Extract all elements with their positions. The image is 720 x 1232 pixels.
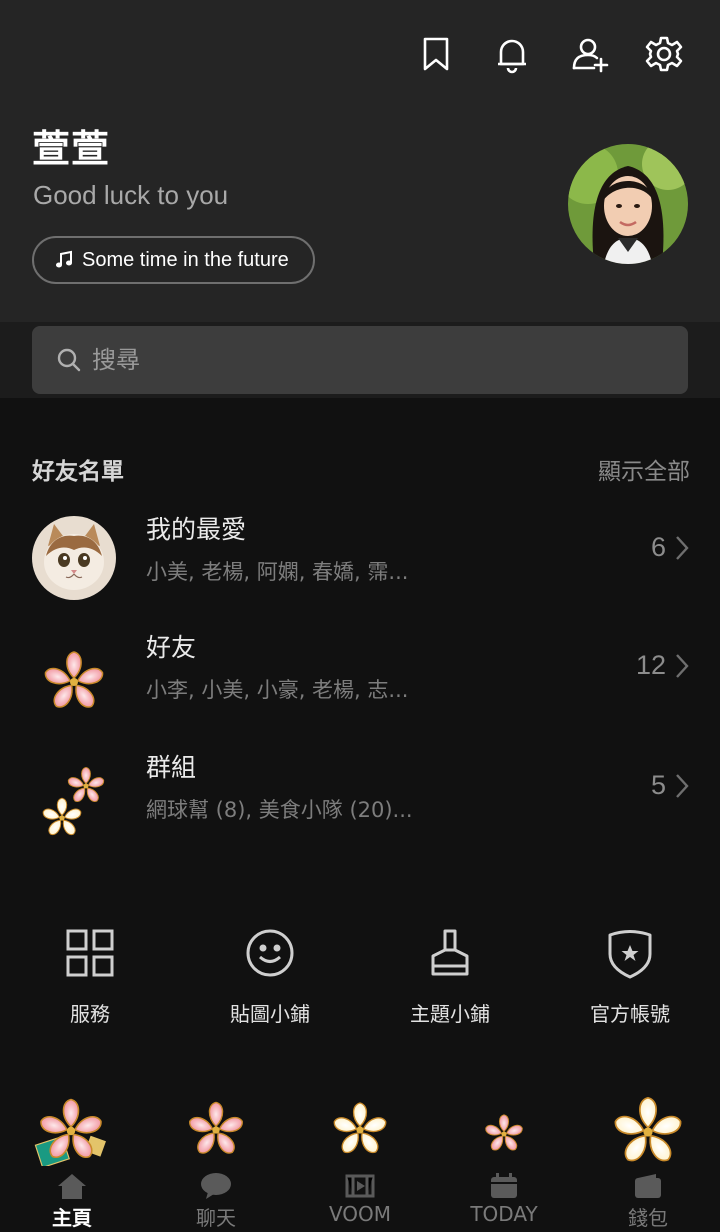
cat-avatar: [32, 516, 116, 600]
brush-icon: [431, 929, 469, 976]
chevron-right-icon: [676, 654, 689, 678]
row-title: 好友: [146, 633, 197, 662]
chevron-right-icon: [676, 536, 689, 560]
tab-voom[interactable]: VOOM: [288, 1096, 432, 1232]
service-official-accounts[interactable]: 官方帳號: [540, 920, 720, 1030]
music-note-icon: [56, 250, 72, 268]
tab-chats[interactable]: 聊天: [144, 1096, 288, 1232]
chevron-right-icon: [676, 774, 689, 798]
service-label: 主題小鋪: [410, 1002, 490, 1026]
voom-icon: [345, 1174, 375, 1198]
bell-icon[interactable]: [490, 32, 534, 76]
row-count: 5: [650, 770, 666, 800]
smiley-icon: [246, 929, 294, 977]
home-icon: [58, 1174, 86, 1199]
friends-section-title: 好友名單: [32, 459, 124, 485]
chat-icon: [201, 1173, 231, 1199]
service-label: 服務: [70, 1002, 110, 1026]
status-message[interactable]: Good luck to you: [33, 180, 228, 211]
list-row-friends[interactable]: 好友 小李, 小美, 小豪, 老楊, 志... 12: [0, 622, 720, 732]
cherry-blossom-icon: [32, 634, 116, 718]
profile-music-button[interactable]: Some time in the future: [32, 236, 315, 284]
row-subtitle: 網球幫 (8), 美食小隊 (20)...: [146, 798, 413, 822]
tab-home[interactable]: 主頁: [0, 1096, 144, 1232]
search-input[interactable]: [92, 346, 652, 374]
tab-label: 聊天: [196, 1206, 236, 1230]
tab-label: TODAY: [470, 1202, 538, 1226]
row-title: 群組: [146, 753, 197, 782]
shield-star-icon: [608, 930, 652, 979]
tab-wallet[interactable]: 錢包: [576, 1096, 720, 1232]
row-count: 6: [650, 532, 666, 562]
list-row-groups[interactable]: 群組 網球幫 (8), 美食小隊 (20)... 5: [0, 742, 720, 852]
profile-name[interactable]: 萱萱: [32, 118, 110, 173]
search-bar[interactable]: [32, 326, 688, 394]
service-label: 貼圖小鋪: [230, 1002, 310, 1026]
tab-label: VOOM: [328, 1202, 392, 1226]
blossom-decoration-icon: [483, 1114, 525, 1153]
tab-label: 主頁: [52, 1206, 92, 1230]
blossom-decoration-icon: [331, 1102, 389, 1157]
blossom-decoration-icon: [187, 1101, 245, 1157]
grid-icon: [66, 929, 114, 977]
cherry-blossom-pair-icon: [32, 754, 116, 838]
search-icon: [57, 348, 81, 372]
profile-avatar[interactable]: [568, 144, 688, 264]
tab-today[interactable]: TODAY: [432, 1096, 576, 1232]
bookmark-icon[interactable]: [414, 32, 458, 76]
row-subtitle: 小李, 小美, 小豪, 老楊, 志...: [146, 678, 409, 702]
list-row-favorites[interactable]: 我的最愛 小美, 老楊, 阿嫻, 春嬌, 霈... 6: [0, 504, 720, 614]
service-services[interactable]: 服務: [0, 920, 180, 1030]
row-subtitle: 小美, 老楊, 阿嫻, 春嬌, 霈...: [146, 560, 409, 584]
service-label: 官方帳號: [590, 1002, 670, 1026]
row-count: 12: [635, 650, 666, 680]
service-sticker-shop[interactable]: 貼圖小鋪: [180, 920, 360, 1030]
add-friend-icon[interactable]: [568, 32, 612, 76]
profile-header: 萱萱 Good luck to you Some time in the fut…: [0, 0, 720, 322]
blossom-decoration-icon: [612, 1096, 684, 1166]
row-title: 我的最愛: [146, 515, 247, 544]
calendar-icon: [491, 1173, 517, 1198]
service-theme-shop[interactable]: 主題小鋪: [360, 920, 540, 1030]
tab-label: 錢包: [628, 1206, 668, 1230]
settings-gear-icon[interactable]: [642, 32, 686, 76]
blossom-decoration-icon: [34, 1098, 106, 1166]
wallet-icon: [635, 1174, 661, 1198]
show-all-link[interactable]: 顯示全部: [598, 452, 690, 486]
music-title: Some time in the future: [82, 248, 289, 271]
